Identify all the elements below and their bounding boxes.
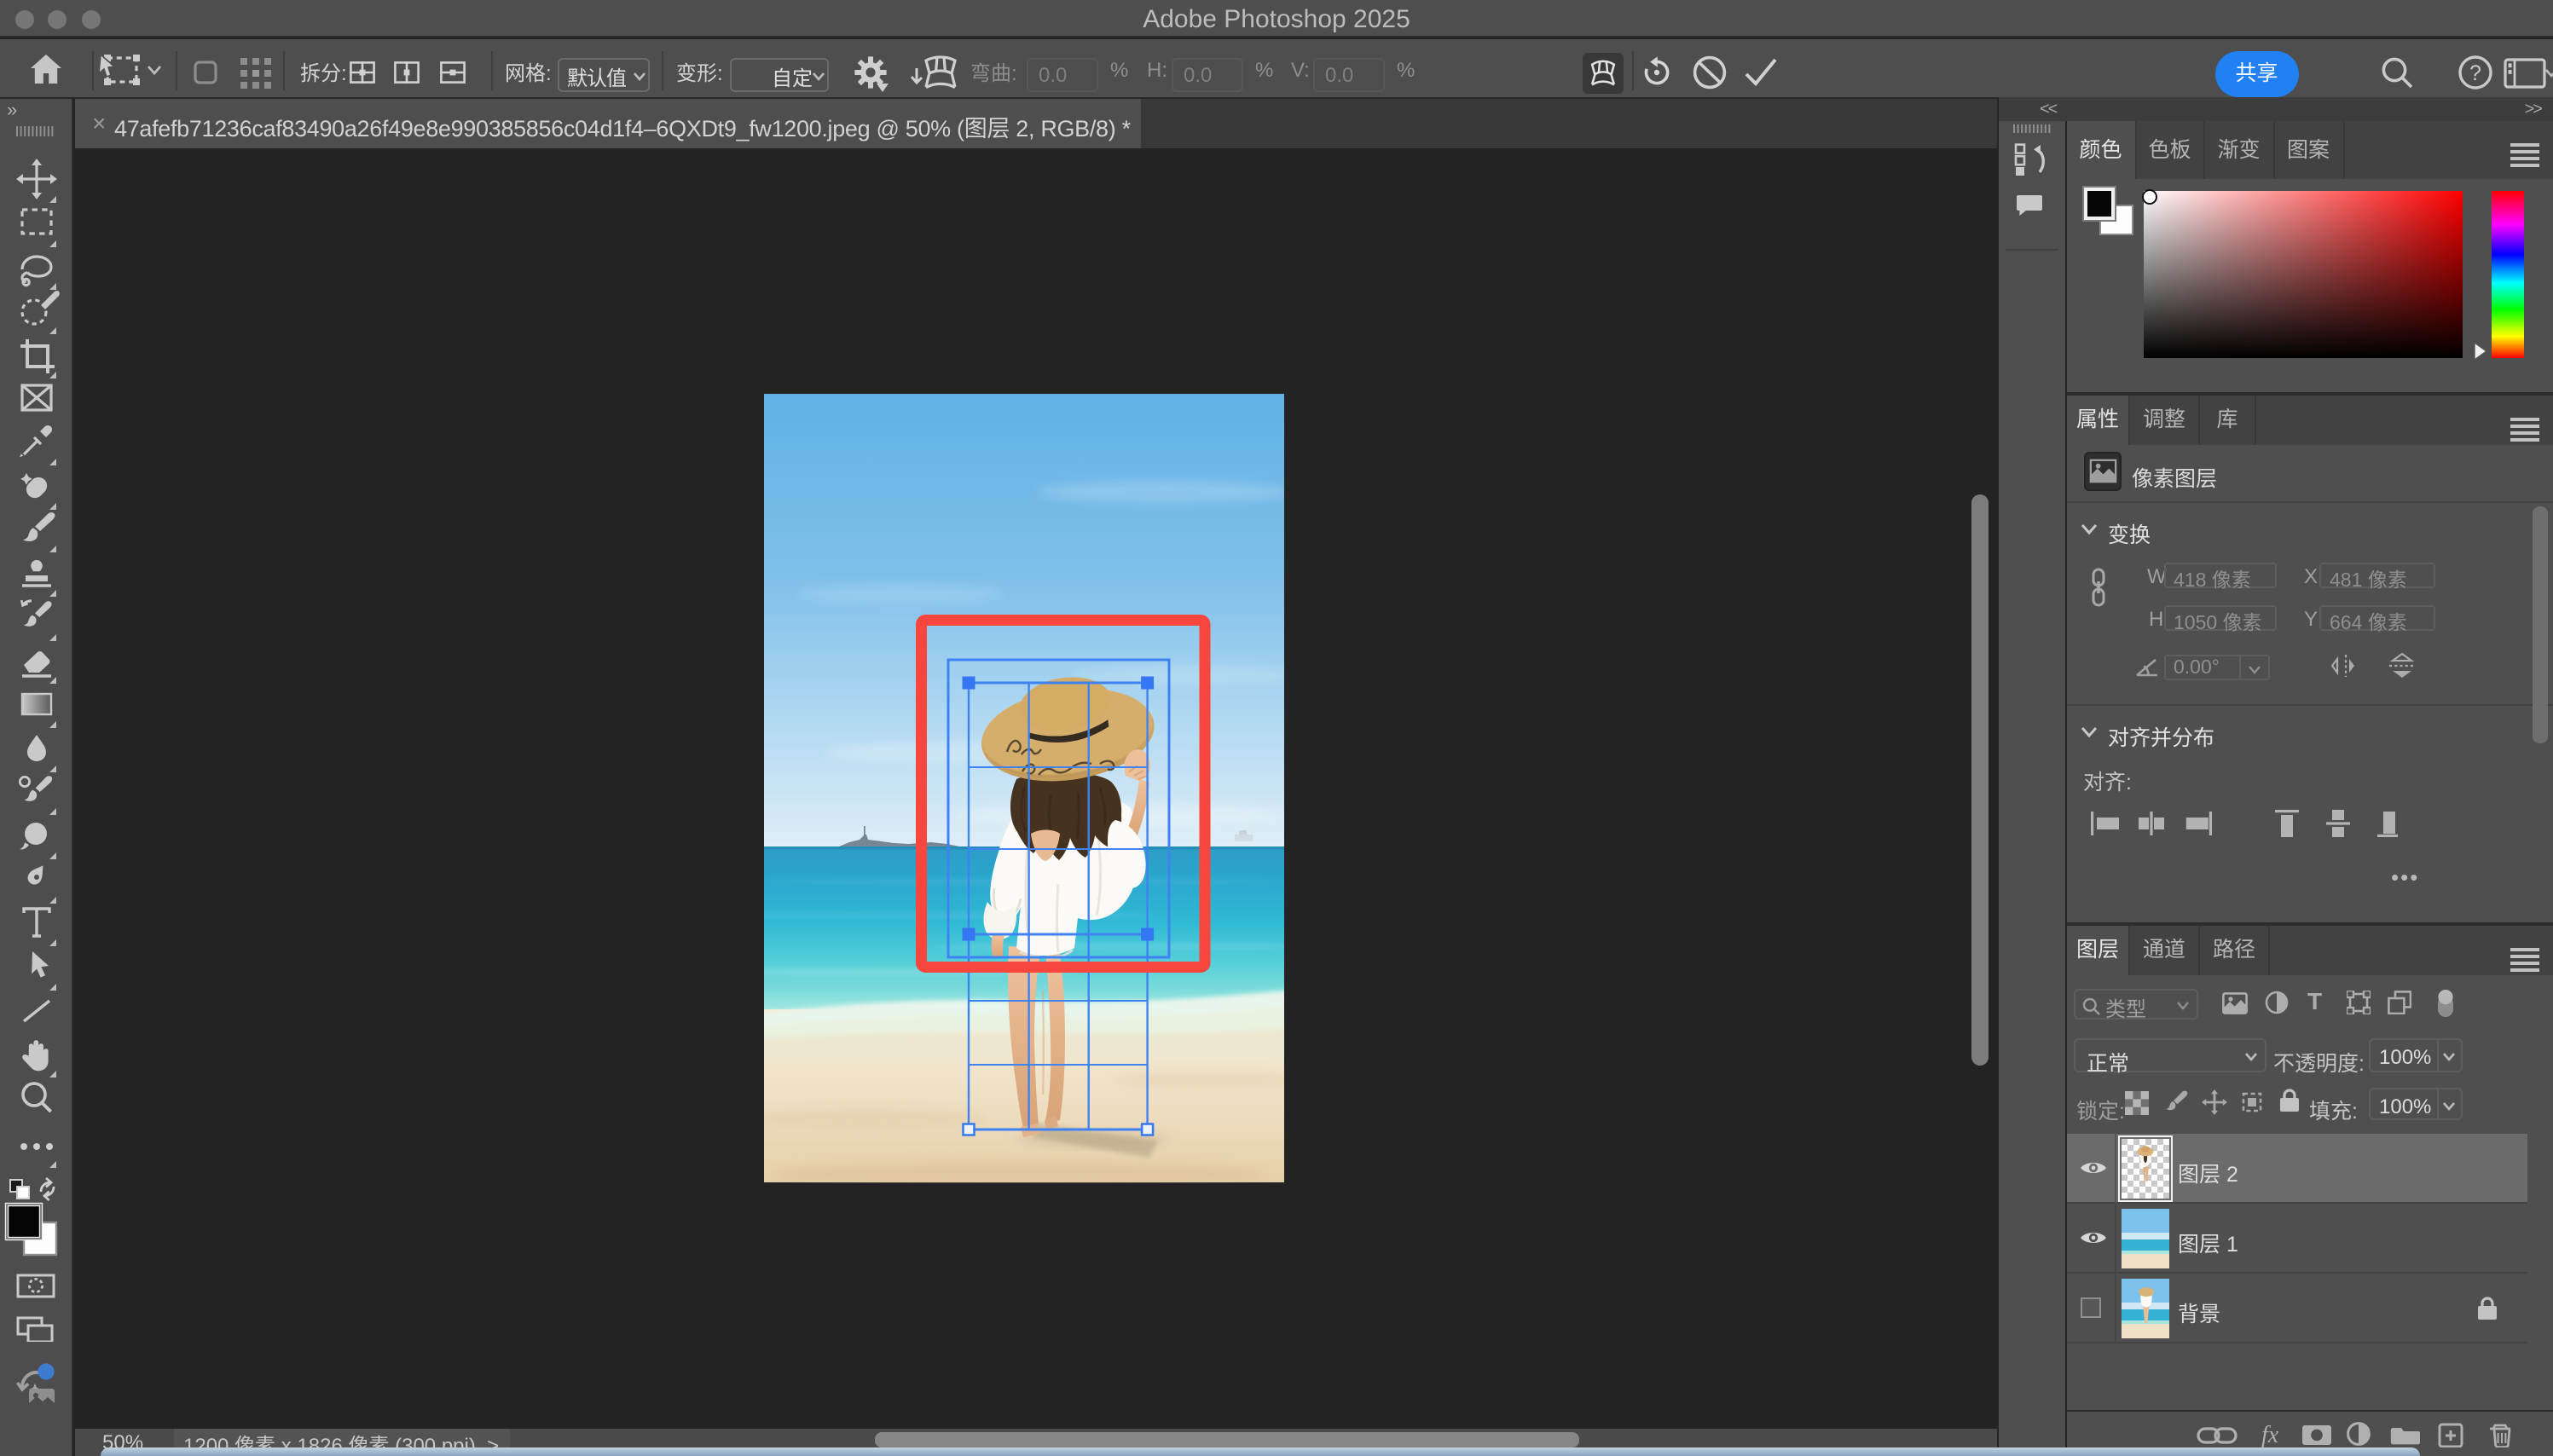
svg-text:fx: fx [2261,1422,2279,1447]
svg-text:?: ? [2469,61,2481,85]
